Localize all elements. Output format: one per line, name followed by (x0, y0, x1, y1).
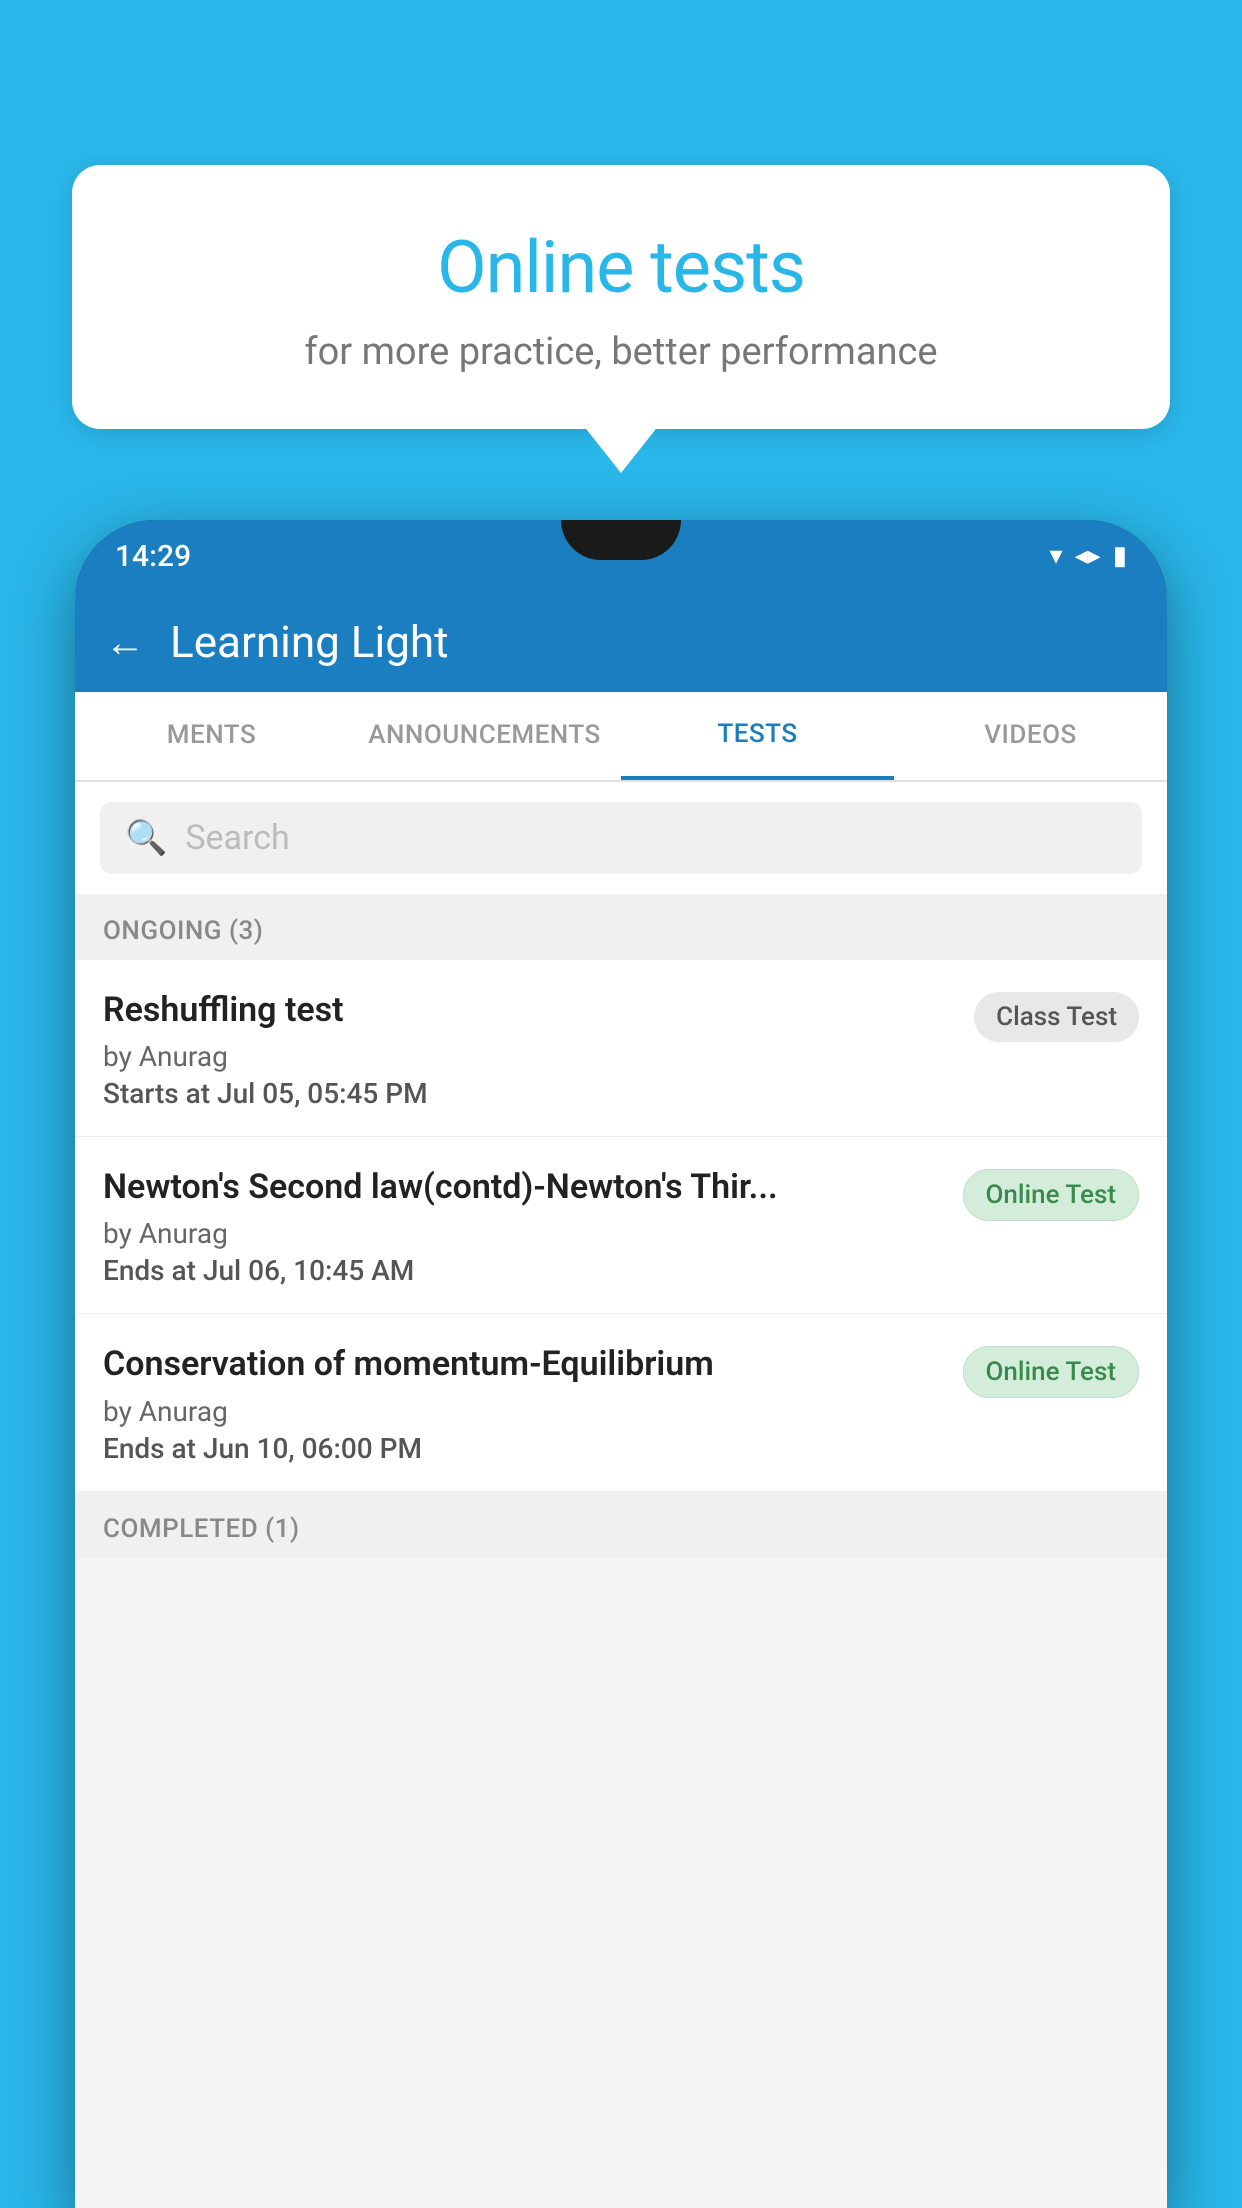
completed-section-header: COMPLETED (1) (75, 1492, 1167, 1558)
search-box[interactable]: 🔍 Search (100, 802, 1142, 874)
status-time: 14:29 (115, 539, 191, 574)
test-by-2: by Anurag (103, 1217, 943, 1250)
signal-icon: ◂▸ (1075, 541, 1101, 571)
search-container: 🔍 Search (75, 782, 1167, 894)
speech-bubble: Online tests for more practice, better p… (72, 165, 1170, 429)
test-by-3: by Anurag (103, 1395, 943, 1428)
tabs-bar: MENTS ANNOUNCEMENTS TESTS VIDEOS (75, 692, 1167, 782)
tab-ments[interactable]: MENTS (75, 692, 348, 780)
test-item-2[interactable]: Newton's Second law(contd)-Newton's Thir… (75, 1137, 1167, 1314)
test-info-1: Reshuffling test by Anurag Starts at Jul… (103, 988, 954, 1110)
ongoing-label: ONGOING (3) (103, 916, 263, 946)
tests-list: Reshuffling test by Anurag Starts at Jul… (75, 960, 1167, 1492)
status-icons: ▾ ◂▸ ▮ (1050, 541, 1127, 571)
search-placeholder: Search (185, 818, 289, 858)
test-date-1: Starts at Jul 05, 05:45 PM (103, 1077, 954, 1110)
test-badge-3: Online Test (963, 1346, 1140, 1398)
wifi-icon: ▾ (1050, 541, 1063, 571)
test-badge-1: Class Test (974, 992, 1139, 1042)
test-by-1: by Anurag (103, 1040, 954, 1073)
battery-icon: ▮ (1113, 541, 1127, 571)
search-icon: 🔍 (125, 818, 167, 858)
completed-label: COMPLETED (1) (103, 1514, 300, 1544)
tab-tests[interactable]: TESTS (621, 692, 894, 780)
tab-videos[interactable]: VIDEOS (894, 692, 1167, 780)
test-info-3: Conservation of momentum-Equilibrium by … (103, 1342, 943, 1464)
test-name-2: Newton's Second law(contd)-Newton's Thir… (103, 1165, 943, 1209)
ongoing-section-header: ONGOING (3) (75, 894, 1167, 960)
bubble-title: Online tests (122, 225, 1120, 310)
status-bar: 14:29 ▾ ◂▸ ▮ (75, 520, 1167, 592)
test-info-2: Newton's Second law(contd)-Newton's Thir… (103, 1165, 943, 1287)
test-badge-2: Online Test (963, 1169, 1140, 1221)
notch (561, 520, 681, 560)
bubble-subtitle: for more practice, better performance (122, 330, 1120, 374)
test-date-2: Ends at Jul 06, 10:45 AM (103, 1254, 943, 1287)
back-button[interactable]: ← (105, 619, 145, 666)
phone-screen: ← Learning Light MENTS ANNOUNCEMENTS TES… (75, 592, 1167, 2208)
test-name-3: Conservation of momentum-Equilibrium (103, 1342, 943, 1386)
test-item-1[interactable]: Reshuffling test by Anurag Starts at Jul… (75, 960, 1167, 1137)
tab-announcements[interactable]: ANNOUNCEMENTS (348, 692, 621, 780)
app-header: ← Learning Light (75, 592, 1167, 692)
phone-frame: 14:29 ▾ ◂▸ ▮ ← Learning Light MENTS ANNO… (75, 520, 1167, 2208)
test-name-1: Reshuffling test (103, 988, 954, 1032)
test-date-3: Ends at Jun 10, 06:00 PM (103, 1432, 943, 1465)
test-item-3[interactable]: Conservation of momentum-Equilibrium by … (75, 1314, 1167, 1491)
app-title: Learning Light (170, 616, 449, 668)
